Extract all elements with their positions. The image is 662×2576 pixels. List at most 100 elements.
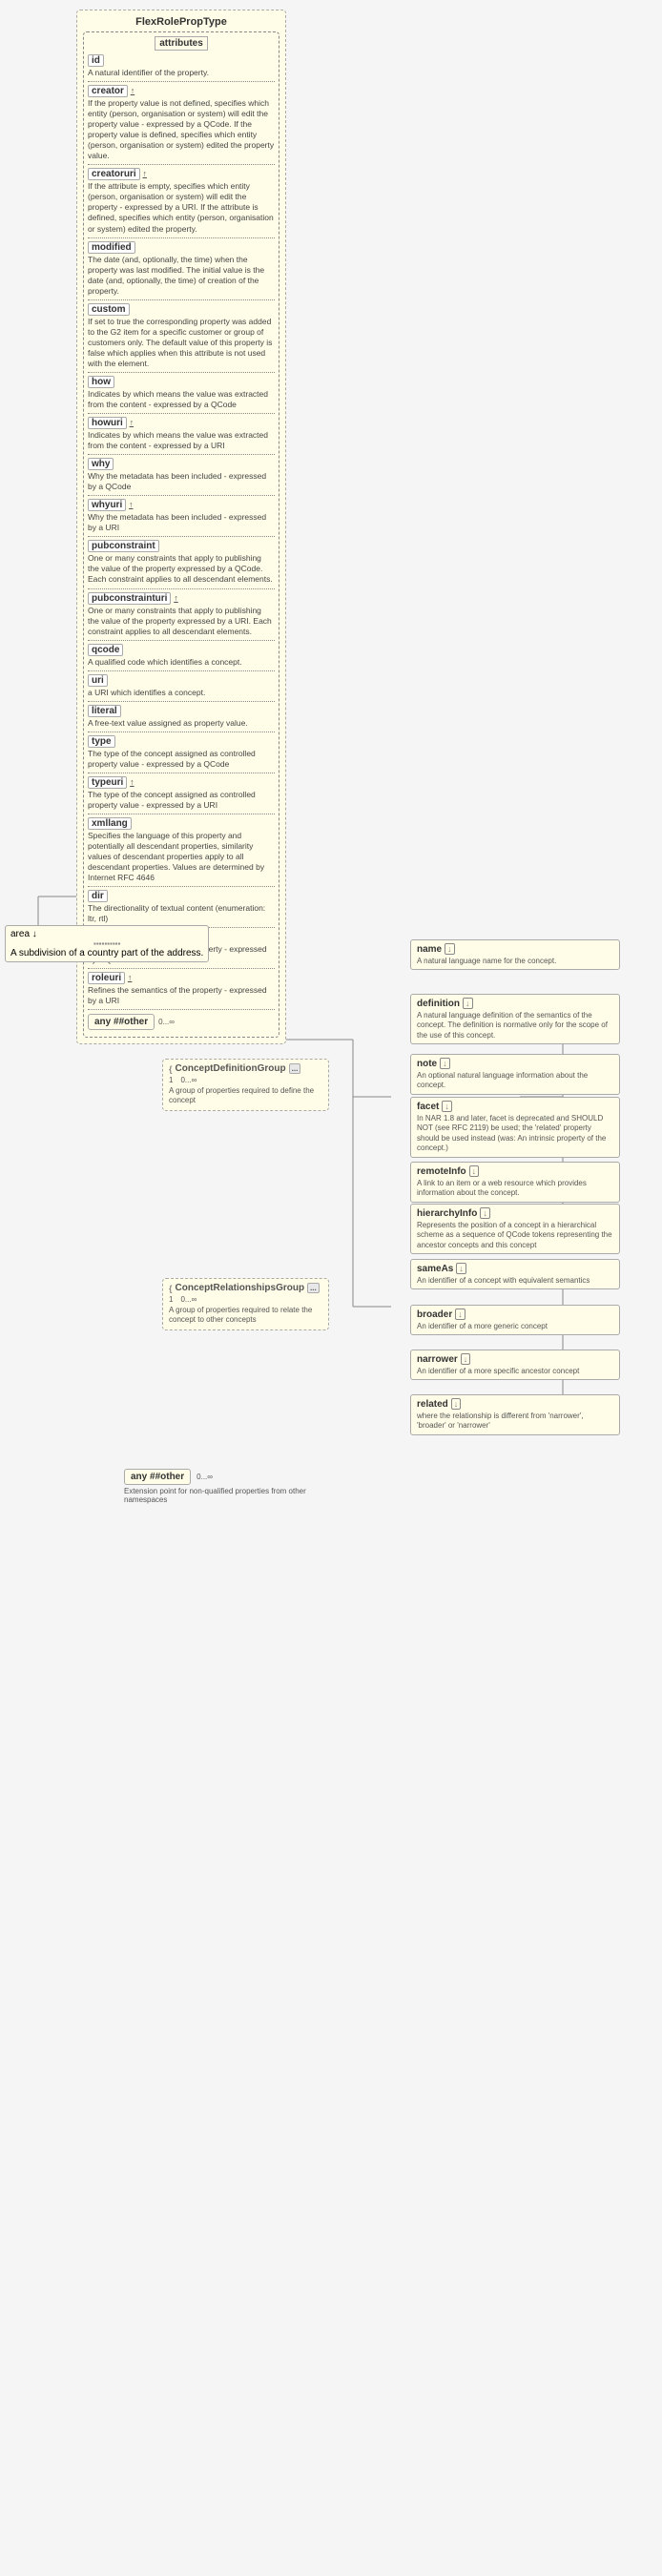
attr-name-how: how <box>88 376 114 388</box>
hierarchyinfo-box-label: hierarchyInfo ↓ <box>417 1207 613 1219</box>
bottom-any-other-mult: 0...∞ <box>197 1473 213 1481</box>
attr-desc-howuri: Indicates by which means the value was e… <box>88 430 275 451</box>
concept-definition-group-box: { ConceptDefinitionGroup ... 1 0...∞ A g… <box>162 1059 329 1111</box>
definition-box: definition ↓ A natural language definiti… <box>410 994 620 1044</box>
cdg-name: ConceptDefinitionGroup <box>176 1063 286 1074</box>
attr-name-id: id <box>88 54 104 67</box>
main-title: FlexRolePropType <box>83 16 279 28</box>
crg-mult1: 1 <box>169 1295 173 1304</box>
attr-how: how Indicates by which means the value w… <box>88 376 275 410</box>
attr-uri-pubconstrainturi[interactable]: ↑ <box>174 593 178 603</box>
broader-badge: ↓ <box>455 1309 465 1320</box>
attr-creatoruri: creatoruri ↑ If the attribute is empty, … <box>88 168 275 234</box>
narrower-label: narrower <box>417 1354 458 1365</box>
attr-name-xmllang: xmllang <box>88 817 132 830</box>
attr-pubconstrainturi: pubconstrainturi ↑ One or many constrain… <box>88 592 275 637</box>
narrower-desc: An identifier of a more specific ancesto… <box>417 1367 613 1376</box>
area-desc: A subdivision of a country part of the a… <box>10 948 203 958</box>
attr-pubconstraint: pubconstraint One or many constraints th… <box>88 540 275 585</box>
attr-uri-creator[interactable]: ↑ <box>131 86 135 95</box>
narrower-box: narrower ↓ An identifier of a more speci… <box>410 1350 620 1380</box>
attr-uri-roleuri[interactable]: ↑ <box>128 973 133 982</box>
sameas-label: sameAs <box>417 1264 453 1274</box>
related-badge: ↓ <box>451 1398 462 1410</box>
facet-desc: In NAR 1.8 and later, facet is deprecate… <box>417 1114 613 1154</box>
note-box: note ↓ An optional natural language info… <box>410 1054 620 1095</box>
bottom-any-other-container: any ##other 0...∞ Extension point for no… <box>124 1469 315 1504</box>
cdg-badge: ... <box>289 1063 301 1074</box>
bottom-any-other-desc: Extension point for non-qualified proper… <box>124 1487 315 1504</box>
name-desc: A natural language name for the concept. <box>417 957 613 966</box>
crg-desc: A group of properties required to relate… <box>169 1306 322 1326</box>
attr-roleuri: roleuri ↑ Refines the semantics of the p… <box>88 972 275 1006</box>
sameas-badge: ↓ <box>456 1263 466 1274</box>
related-box: related ↓ where the relationship is diff… <box>410 1394 620 1435</box>
broader-box: broader ↓ An identifier of a more generi… <box>410 1305 620 1335</box>
attributes-box: attributes id A natural identifier of th… <box>83 31 279 1038</box>
attr-uri-creatoruri[interactable]: ↑ <box>142 169 147 178</box>
related-box-label: related ↓ <box>417 1398 613 1410</box>
hierarchyinfo-box: hierarchyInfo ↓ Represents the position … <box>410 1204 620 1254</box>
narrower-badge: ↓ <box>461 1353 471 1365</box>
attr-id: id A natural identifier of the property. <box>88 54 275 78</box>
attr-uri-whyuri[interactable]: ↑ <box>129 500 134 509</box>
area-label: area <box>10 929 30 939</box>
attr-dir: dir The directionality of textual conten… <box>88 890 275 924</box>
definition-desc: A natural language definition of the sem… <box>417 1011 613 1041</box>
narrower-box-label: narrower ↓ <box>417 1353 613 1365</box>
attr-why: why Why the metadata has been included -… <box>88 458 275 492</box>
area-box: area ↓ ▪▪▪▪▪▪▪▪▪▪ A subdivision of a cou… <box>5 925 209 962</box>
attr-desc-why: Why the metadata has been included - exp… <box>88 471 275 492</box>
crg-mult2: 0...∞ <box>180 1295 197 1304</box>
name-label: name <box>417 944 442 955</box>
note-badge: ↓ <box>440 1058 450 1069</box>
attr-desc-custom: If set to true the corresponding propert… <box>88 317 275 369</box>
note-desc: An optional natural language information… <box>417 1071 613 1091</box>
attr-uri-typeuri[interactable]: ↑ <box>130 777 134 787</box>
attr-name-creator: creator <box>88 85 128 97</box>
attr-name-typeuri: typeuri <box>88 776 127 789</box>
remoteinfo-box-label: remoteInfo ↓ <box>417 1165 613 1177</box>
attr-name-modified: modified <box>88 241 135 254</box>
name-box-label: name ↓ <box>417 943 613 955</box>
attr-uri-howuri[interactable]: ↑ <box>130 418 134 427</box>
attr-name-howuri: howuri <box>88 417 127 429</box>
attr-name-dir: dir <box>88 890 108 902</box>
hierarchyinfo-label: hierarchyInfo <box>417 1208 477 1219</box>
sameas-box-label: sameAs ↓ <box>417 1263 613 1274</box>
attr-uri: uri a URI which identifies a concept. <box>88 674 275 698</box>
any-other-label: any ##other <box>88 1014 155 1030</box>
cdg-title: { ConceptDefinitionGroup ... <box>169 1063 322 1074</box>
attr-desc-literal: A free-text value assigned as property v… <box>88 718 275 729</box>
remoteinfo-label: remoteInfo <box>417 1166 466 1177</box>
attr-type: type The type of the concept assigned as… <box>88 735 275 770</box>
attr-qcode: qcode A qualified code which identifies … <box>88 644 275 668</box>
attr-desc-roleuri: Refines the semantics of the property - … <box>88 985 275 1006</box>
attr-name-qcode: qcode <box>88 644 123 656</box>
attr-creator: creator ↑ If the property value is not d… <box>88 85 275 161</box>
area-badge: ↓ <box>32 929 37 939</box>
attr-custom: custom If set to true the corresponding … <box>88 303 275 369</box>
concept-relationships-group-box: { ConceptRelationshipsGroup ... 1 0...∞ … <box>162 1278 329 1330</box>
attr-any-other: any ##other 0...∞ <box>88 1014 275 1030</box>
sameas-desc: An identifier of a concept with equivale… <box>417 1276 613 1286</box>
attr-name-creatoruri: creatoruri <box>88 168 140 180</box>
area-underline: ▪▪▪▪▪▪▪▪▪▪ <box>10 939 203 948</box>
attr-name-custom: custom <box>88 303 130 316</box>
attr-name-whyuri: whyuri <box>88 499 126 511</box>
crg-badge: ... <box>307 1283 320 1293</box>
attr-desc-modified: The date (and, optionally, the time) whe… <box>88 255 275 297</box>
attr-howuri: howuri ↑ Indicates by which means the va… <box>88 417 275 451</box>
definition-box-label: definition ↓ <box>417 998 613 1009</box>
attr-literal: literal A free-text value assigned as pr… <box>88 705 275 729</box>
attr-desc-pubconstraint: One or many constraints that apply to pu… <box>88 553 275 585</box>
crg-title: { ConceptRelationshipsGroup ... <box>169 1283 322 1293</box>
facet-box: facet ↓ In NAR 1.8 and later, facet is d… <box>410 1097 620 1158</box>
attr-desc-uri: a URI which identifies a concept. <box>88 688 275 698</box>
related-label: related <box>417 1399 448 1410</box>
note-label: note <box>417 1059 437 1069</box>
attr-typeuri: typeuri ↑ The type of the concept assign… <box>88 776 275 811</box>
diagram-container: FlexRolePropType attributes id A natural… <box>0 0 662 2576</box>
name-box: name ↓ A natural language name for the c… <box>410 939 620 970</box>
sameas-box: sameAs ↓ An identifier of a concept with… <box>410 1259 620 1289</box>
